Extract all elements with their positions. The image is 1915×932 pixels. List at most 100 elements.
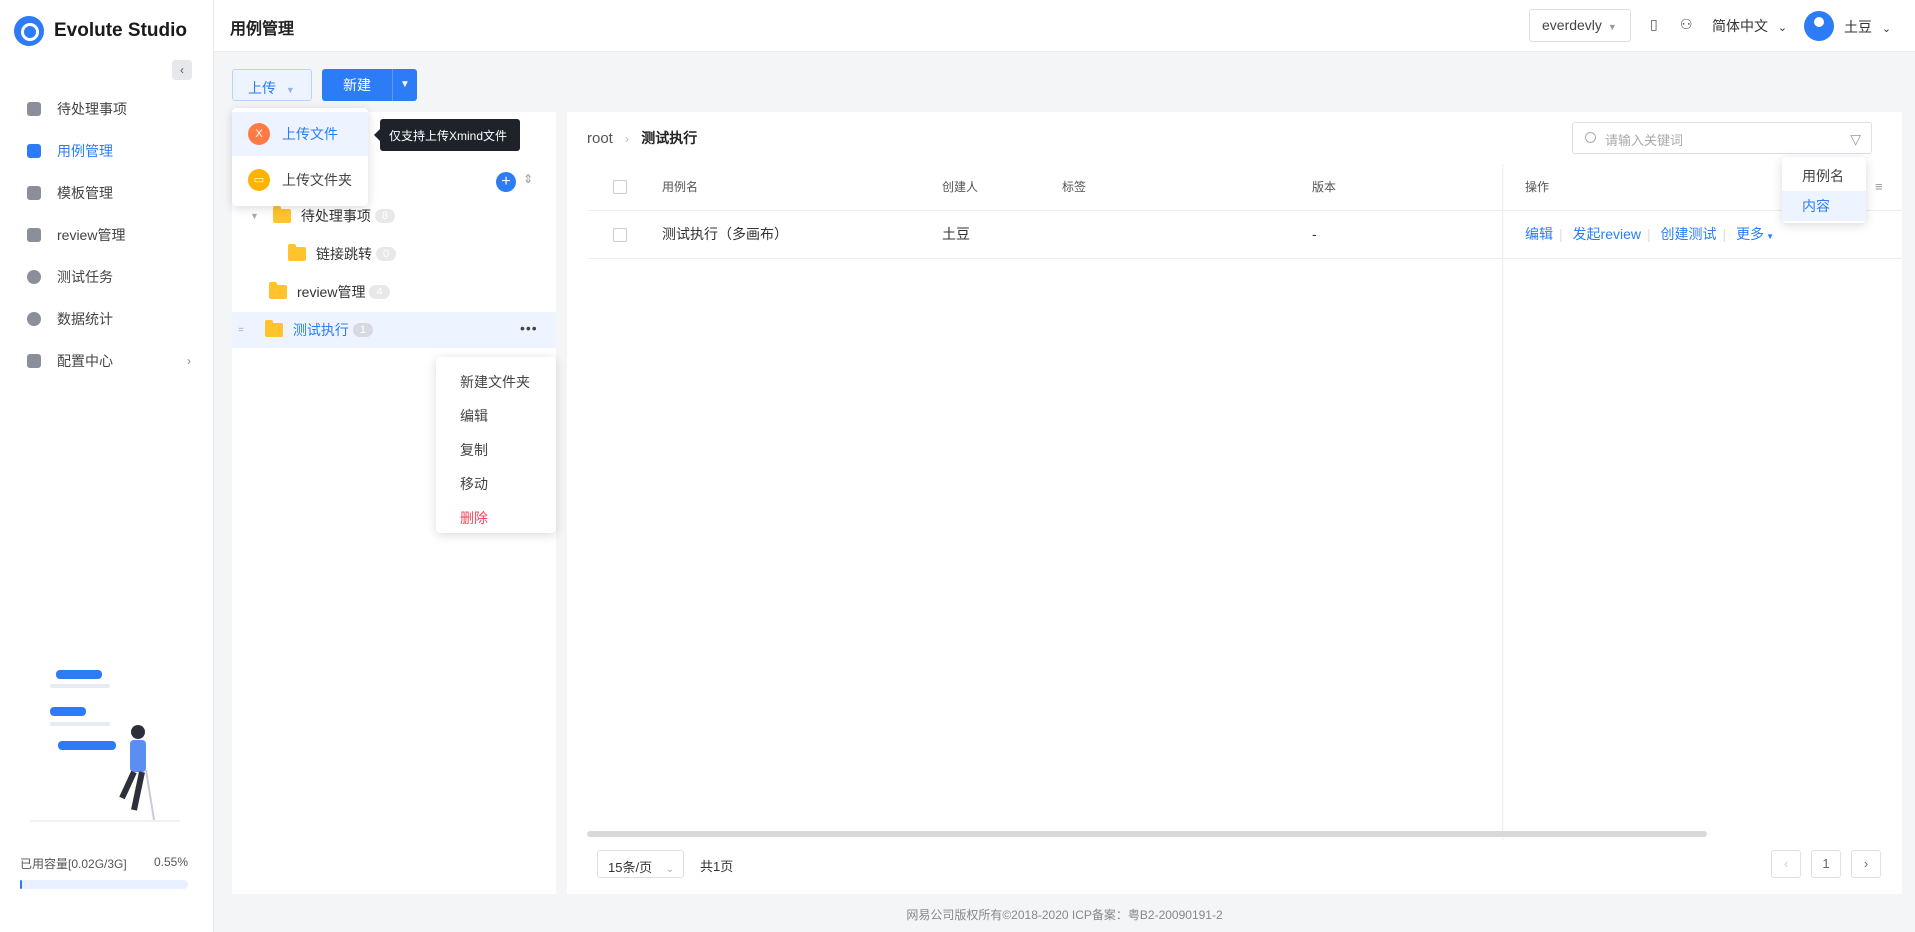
drag-handle-icon[interactable]: = [238, 325, 244, 336]
more-icon[interactable]: ••• [520, 320, 538, 336]
prev-page-button[interactable]: ‹ [1771, 850, 1801, 878]
tree-item-count: 4 [369, 285, 390, 299]
sidebar-item-todo[interactable]: 待处理事项 [0, 88, 213, 130]
page-number-button[interactable]: 1 [1811, 850, 1841, 878]
folder-icon [269, 282, 287, 299]
table-row-divider [587, 258, 1902, 259]
sidebar-item-label: 用例管理 [57, 143, 113, 159]
sidebar-item-label: 待处理事项 [57, 101, 127, 117]
sidebar-item-statistics[interactable]: 数据统计 [0, 298, 213, 340]
sidebar-item-case-management[interactable]: 用例管理 [0, 130, 213, 172]
tree-item-link-jump[interactable]: 链接跳转 0 [232, 236, 556, 272]
home-icon [27, 102, 41, 116]
tree-item-count: 1 [352, 323, 373, 337]
sidebar-nav: 待处理事项 用例管理 模板管理 review管理 测试任务 数据统计 配置中心 … [0, 88, 213, 382]
xmind-file-icon: X [248, 123, 270, 145]
move-item[interactable]: 移动 [436, 467, 556, 501]
column-header-version[interactable]: 版本 [1312, 164, 1336, 210]
copy-item[interactable]: 复制 [436, 433, 556, 467]
add-folder-button[interactable]: + [496, 172, 516, 192]
storage-label: 已用容量[0.02G/3G] [20, 857, 127, 871]
user-menu[interactable]: 土豆 ⌄ [1844, 17, 1891, 37]
chevron-right-icon: › [625, 132, 630, 146]
template-icon [27, 186, 41, 200]
page-size-select[interactable]: 15条/页 ⌄ [597, 850, 684, 878]
tree-item-label: review管理 [297, 284, 366, 300]
tree-item-test-execution[interactable]: = 测试执行 1 ••• [232, 312, 556, 348]
column-settings-icon[interactable]: ≡ [1875, 164, 1883, 210]
sidebar: Evolute Studio ‹ 待处理事项 用例管理 模板管理 review管… [0, 0, 214, 932]
folder-icon [272, 206, 291, 223]
chevron-right-icon: › [187, 354, 191, 368]
edit-action[interactable]: 编辑 [1525, 226, 1553, 242]
footer-copyright: 网易公司版权所有©2018-2020 ICP备案：粤B2-20090191-2 [906, 908, 1223, 922]
column-header-actions: 操作 [1525, 180, 1550, 194]
sort-icon[interactable]: ⇕ [523, 172, 533, 186]
sidebar-item-test-tasks[interactable]: 测试任务 [0, 256, 213, 298]
page-size-value: 15条/页 [608, 860, 653, 875]
next-page-button[interactable]: › [1851, 850, 1881, 878]
caret-down-icon[interactable]: ▼ [250, 211, 259, 221]
sidebar-item-review[interactable]: review管理 [0, 214, 213, 256]
create-test-action[interactable]: 创建测试 [1661, 226, 1717, 242]
storage-usage: 已用容量[0.02G/3G] 0.55% [20, 855, 188, 872]
app-logo[interactable]: Evolute Studio [14, 16, 187, 46]
tree-item-label: 链接跳转 [316, 246, 372, 262]
folder-icon: ▭ [248, 169, 270, 191]
scope-content[interactable]: 内容 [1782, 191, 1866, 221]
edit-item[interactable]: 编辑 [436, 399, 556, 433]
column-header-tags[interactable]: 标签 [1062, 164, 1086, 210]
play-icon [27, 270, 41, 284]
upload-folder-label: 上传文件夹 [282, 172, 352, 188]
pie-chart-icon [27, 312, 41, 326]
chevron-down-icon: ⌄ [1777, 22, 1788, 34]
users-icon[interactable]: ⚇ [1680, 16, 1696, 32]
sidebar-item-label: 配置中心 [57, 353, 113, 369]
tree-item-label: 测试执行 [292, 322, 349, 338]
horizontal-scrollbar[interactable] [587, 831, 1707, 837]
sidebar-illustration [30, 670, 180, 822]
breadcrumb-current: 测试执行 [641, 130, 698, 146]
language-select[interactable]: 简体中文 ⌄ [1712, 16, 1787, 36]
more-action[interactable]: 更多 [1736, 226, 1764, 242]
upload-tooltip: 仅支持上传Xmind文件 [374, 119, 520, 151]
column-header-creator[interactable]: 创建人 [942, 164, 978, 210]
new-dropdown-arrow-icon[interactable]: ▼ [392, 69, 417, 101]
case-creator: 土豆 [942, 226, 970, 242]
collapse-sidebar-button[interactable]: ‹ [172, 60, 192, 80]
chevron-down-icon: ⌄ [665, 864, 675, 875]
row-checkbox[interactable] [613, 228, 627, 242]
case-table-panel: root › 测试执行 请输入关键词 ▽ 用例名 创建人 标签 版本 操作 ≡ … [567, 112, 1902, 894]
sidebar-item-label: 测试任务 [57, 269, 113, 285]
tree-item-review[interactable]: review管理 4 [232, 274, 556, 310]
search-input[interactable]: 请输入关键词 ▽ [1572, 122, 1872, 154]
caret-down-icon: ▼ [285, 85, 295, 95]
upload-file-item[interactable]: X 上传文件 [232, 112, 368, 156]
select-all-checkbox[interactable] [613, 180, 627, 194]
book-icon[interactable]: ▯ [1650, 16, 1666, 32]
upload-folder-item[interactable]: ▭ 上传文件夹 [232, 158, 368, 202]
new-button[interactable]: 新建 ▼ [322, 69, 417, 101]
storage-percent: 0.55% [153, 855, 188, 869]
upload-button-label: 上传 [248, 80, 276, 96]
tree-item-label: 待处理事项 [300, 208, 371, 224]
folder-icon [288, 244, 306, 261]
start-review-action[interactable]: 发起review [1573, 226, 1641, 242]
org-select[interactable]: everdevly ▼ [1529, 9, 1631, 42]
tree-item-count: 0 [376, 247, 397, 261]
filter-icon[interactable]: ▽ [1850, 131, 1861, 148]
case-name[interactable]: 测试执行（多画布） [662, 210, 788, 258]
user-avatar[interactable] [1804, 11, 1834, 41]
sidebar-item-templates[interactable]: 模板管理 [0, 172, 213, 214]
case-actions: 编辑 | 发起review | 创建测试 | 更多 ▼ [1525, 226, 1774, 242]
folder-icon [264, 320, 283, 337]
new-folder-item[interactable]: 新建文件夹 [436, 365, 556, 399]
column-header-name[interactable]: 用例名 [662, 164, 698, 210]
delete-item[interactable]: 删除 [436, 501, 556, 535]
scope-case-name[interactable]: 用例名 [1782, 161, 1866, 191]
sidebar-item-config[interactable]: 配置中心 › [0, 340, 213, 382]
breadcrumb-root[interactable]: root [587, 130, 613, 147]
upload-button[interactable]: 上传 ▼ [232, 69, 312, 101]
app-name: Evolute Studio [54, 20, 187, 41]
upload-dropdown-menu: X 上传文件 ▭ 上传文件夹 [232, 108, 368, 206]
